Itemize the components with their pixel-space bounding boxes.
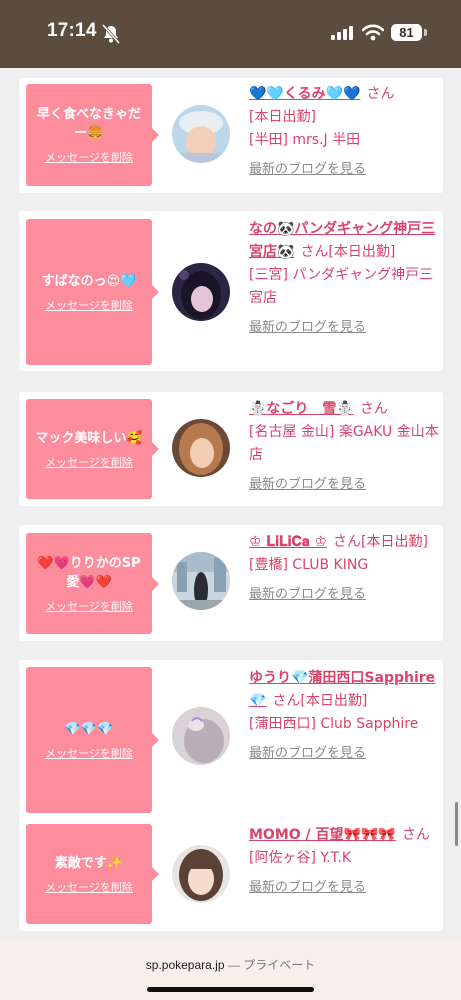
message-text: 素敵です✨ (54, 855, 124, 871)
avatar-photo (172, 263, 230, 321)
cast-name-link[interactable]: ♔ 𝐋𝐢𝐋𝐢𝐂𝐚 ♔ (249, 534, 327, 550)
url-domain: sp.pokepara.jp (145, 958, 225, 972)
message-card: ❤️💗りりかのSP愛💗❤️ メッセージを削除 ♔ 𝐋𝐢𝐋𝐢𝐂𝐚 ♔ さん[本日出勤… (19, 525, 443, 641)
latest-blog-link[interactable]: 最新のブログを見る (249, 473, 439, 492)
message-text: 💎💎💎 (64, 721, 114, 737)
message-card: 早く食べなきゃだー🍔 メッセージを削除 💙🩵くるみ🩵💙 さん [本日出勤] [半田… (19, 78, 443, 193)
cast-name-link[interactable]: 💙🩵くるみ🩵💙 (249, 86, 360, 102)
avatar[interactable] (172, 419, 230, 477)
browser-bottom-bar: sp.pokepara.jp — プライベート (0, 940, 461, 1000)
scrollbar[interactable] (455, 802, 458, 846)
avatar-photo (172, 845, 230, 903)
shift-status: [本日出勤] (249, 109, 316, 125)
latest-blog-link[interactable]: 最新のブログを見る (249, 742, 439, 761)
message-bubble: 素敵です✨ メッセージを削除 (26, 824, 159, 924)
message-bubble: すばなのっ😍🩵 メッセージを削除 (26, 219, 159, 365)
message-bubble: マック美味しい🥰 メッセージを削除 (26, 399, 159, 499)
shop-name: [蒲田西口] Club Sapphire (249, 716, 419, 732)
status-bar: 17:14 81 (0, 0, 461, 68)
san-suffix: さん (401, 827, 430, 843)
delete-message-link[interactable]: メッセージを削除 (45, 454, 133, 470)
message-card: 素敵です✨ メッセージを削除 MOMO / 百望🎀🎀🎀 さん [阿佐ヶ谷] Y.T… (19, 817, 443, 931)
cast-info: MOMO / 百望🎀🎀🎀 さん [阿佐ヶ谷] Y.T.K 最新のブログを見る (249, 824, 439, 895)
cast-info: ゆうり💎蒲田西口Sapphire💎 さん[本日出勤] [蒲田西口] Club Sa… (249, 667, 439, 761)
shop-name: [阿佐ヶ谷] Y.T.K (249, 850, 352, 866)
san-suffix: さん[本日出勤] (300, 244, 396, 260)
home-indicator[interactable] (147, 987, 314, 992)
avatar[interactable] (172, 707, 230, 765)
san-suffix: さん[本日出勤] (272, 693, 368, 709)
message-card: すばなのっ😍🩵 メッセージを削除 なの🐼パンダギャング神戸三宮店🐼 さん[本日出勤… (19, 211, 443, 371)
cast-info: ♔ 𝐋𝐢𝐋𝐢𝐂𝐚 ♔ さん[本日出勤] [豊橋] CLUB KING 最新のブログ… (249, 531, 439, 602)
latest-blog-link[interactable]: 最新のブログを見る (249, 583, 439, 602)
avatar-photo (172, 707, 230, 765)
message-text: 早く食べなきゃだー🍔 (36, 107, 141, 141)
battery-level: 81 (391, 24, 422, 41)
shop-name: [豊橋] CLUB KING (249, 557, 369, 573)
shop-name: [三宮] パンダギャング神戸三宮店 (249, 267, 434, 306)
cast-name-link[interactable]: MOMO / 百望🎀🎀🎀 (249, 827, 396, 843)
avatar[interactable] (172, 263, 230, 321)
message-bubble: ❤️💗りりかのSP愛💗❤️ メッセージを削除 (26, 533, 159, 634)
battery-cap (424, 29, 427, 36)
message-text: すばなのっ😍🩵 (41, 273, 137, 289)
message-bubble: 💎💎💎 メッセージを削除 (26, 667, 159, 813)
latest-blog-link[interactable]: 最新のブログを見る (249, 158, 439, 177)
private-mode-label: — プライベート (227, 958, 316, 972)
delete-message-link[interactable]: メッセージを削除 (45, 879, 133, 895)
latest-blog-link[interactable]: 最新のブログを見る (249, 316, 439, 335)
status-time: 17:14 (47, 20, 97, 41)
delete-message-link[interactable]: メッセージを削除 (45, 297, 133, 313)
message-text: マック美味しい🥰 (35, 430, 143, 446)
message-card: 💎💎💎 メッセージを削除 ゆうり💎蒲田西口Sapphire💎 さん[本日出勤] [… (19, 660, 443, 820)
san-suffix: さん (366, 86, 395, 102)
avatar[interactable] (172, 105, 230, 163)
san-suffix: さん (359, 401, 388, 417)
avatar[interactable] (172, 552, 230, 610)
delete-message-link[interactable]: メッセージを削除 (45, 745, 133, 761)
message-bubble: 早く食べなきゃだー🍔 メッセージを削除 (26, 84, 159, 186)
avatar-photo (172, 552, 230, 610)
avatar-photo (172, 419, 230, 477)
cast-info: ☃️なごり 雪☃️ さん [名古屋 金山] 楽GAKU 金山本店 最新のブログを見… (249, 398, 439, 492)
cast-name-link[interactable]: ☃️なごり 雪☃️ (249, 401, 354, 417)
avatar[interactable] (172, 845, 230, 903)
cell-signal-icon (331, 26, 353, 40)
cast-info: なの🐼パンダギャング神戸三宮店🐼 さん[本日出勤] [三宮] パンダギャング神戸三… (249, 218, 439, 335)
message-card: マック美味しい🥰 メッセージを削除 ☃️なごり 雪☃️ さん [名古屋 金山] 楽… (19, 392, 443, 506)
cast-info: 💙🩵くるみ🩵💙 さん [本日出勤] [半田] mrs.J 半田 最新のブログを見る (249, 83, 439, 177)
silent-bell-icon (102, 24, 120, 44)
message-text: ❤️💗りりかのSP愛💗❤️ (37, 555, 141, 590)
address-bar[interactable]: sp.pokepara.jp — プライベート (0, 956, 461, 973)
wifi-icon (362, 24, 384, 41)
shop-name: [名古屋 金山] 楽GAKU 金山本店 (249, 424, 439, 463)
delete-message-link[interactable]: メッセージを削除 (45, 598, 133, 614)
latest-blog-link[interactable]: 最新のブログを見る (249, 876, 439, 895)
avatar-photo (172, 105, 230, 163)
delete-message-link[interactable]: メッセージを削除 (45, 149, 133, 165)
san-suffix: さん[本日出勤] (333, 534, 428, 550)
shop-name: [半田] mrs.J 半田 (249, 132, 361, 148)
